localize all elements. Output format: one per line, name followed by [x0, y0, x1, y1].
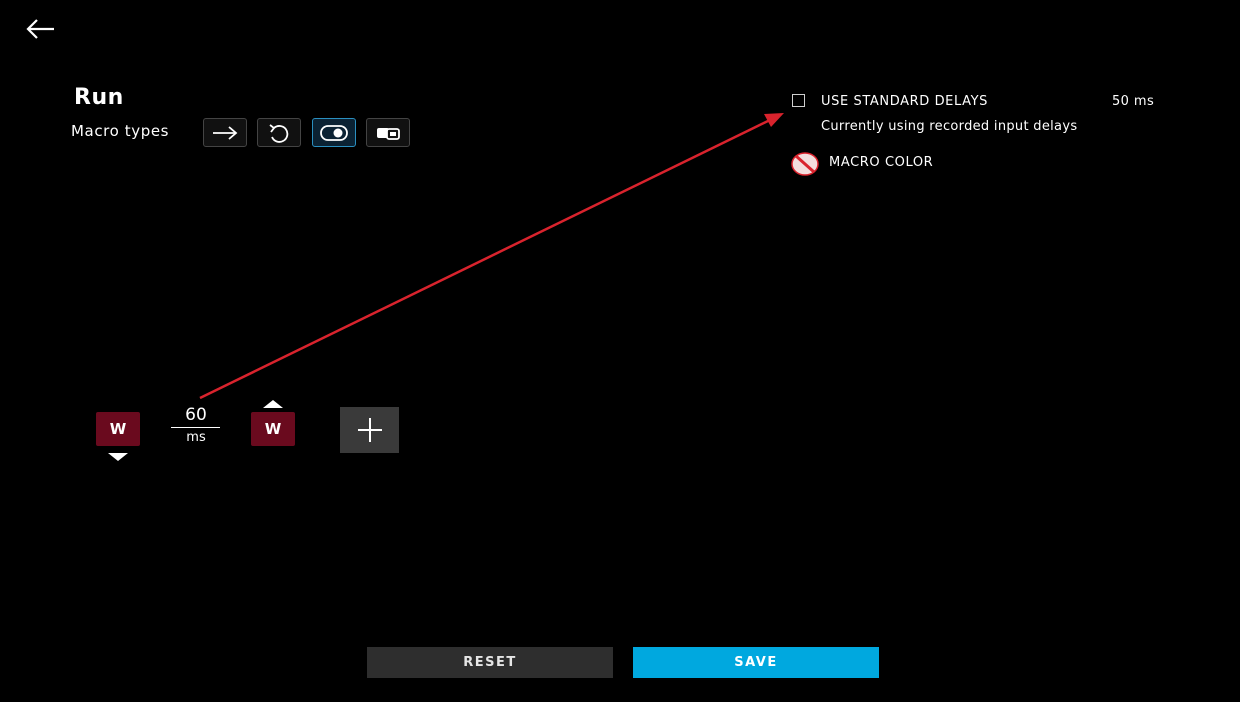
delay-value[interactable]: 60 — [172, 405, 220, 425]
macro-color-label: MACRO COLOR — [829, 155, 934, 170]
arrow-right-icon — [213, 125, 238, 140]
delay-status-text: Currently using recorded input delays — [821, 119, 1078, 134]
macro-type-sequence-button[interactable] — [366, 118, 410, 147]
standard-delay-value[interactable]: 50 ms — [1112, 94, 1154, 109]
standard-delays-label: USE STANDARD DELAYS — [821, 94, 989, 109]
plus-icon — [357, 418, 382, 442]
delay-unit: ms — [186, 430, 206, 445]
standard-delays-checkbox[interactable] — [792, 94, 805, 107]
reset-button[interactable]: RESET — [367, 647, 613, 678]
back-arrow-icon — [26, 19, 54, 39]
macro-color-swatch[interactable] — [791, 152, 819, 176]
macro-type-repeat-button[interactable] — [257, 118, 301, 147]
toggle-icon — [320, 124, 348, 141]
annotation-arrow — [199, 113, 784, 400]
key-up-w[interactable]: W — [251, 412, 295, 446]
page-title: Run — [74, 85, 124, 110]
delay-divider — [171, 427, 220, 428]
no-color-icon — [791, 152, 819, 176]
back-button[interactable] — [24, 16, 58, 42]
add-action-button[interactable] — [340, 407, 399, 453]
key-down-w[interactable]: W — [96, 412, 140, 446]
save-button[interactable]: SAVE — [633, 647, 879, 678]
sequence-icon — [377, 127, 400, 140]
key-down-indicator-icon — [108, 453, 128, 461]
macro-types-label: Macro types — [71, 122, 170, 140]
key-up-indicator-icon — [263, 400, 283, 408]
repeat-loop-icon — [269, 123, 289, 143]
macro-type-toggle-button[interactable] — [312, 118, 356, 147]
macro-type-no-repeat-button[interactable] — [203, 118, 247, 147]
